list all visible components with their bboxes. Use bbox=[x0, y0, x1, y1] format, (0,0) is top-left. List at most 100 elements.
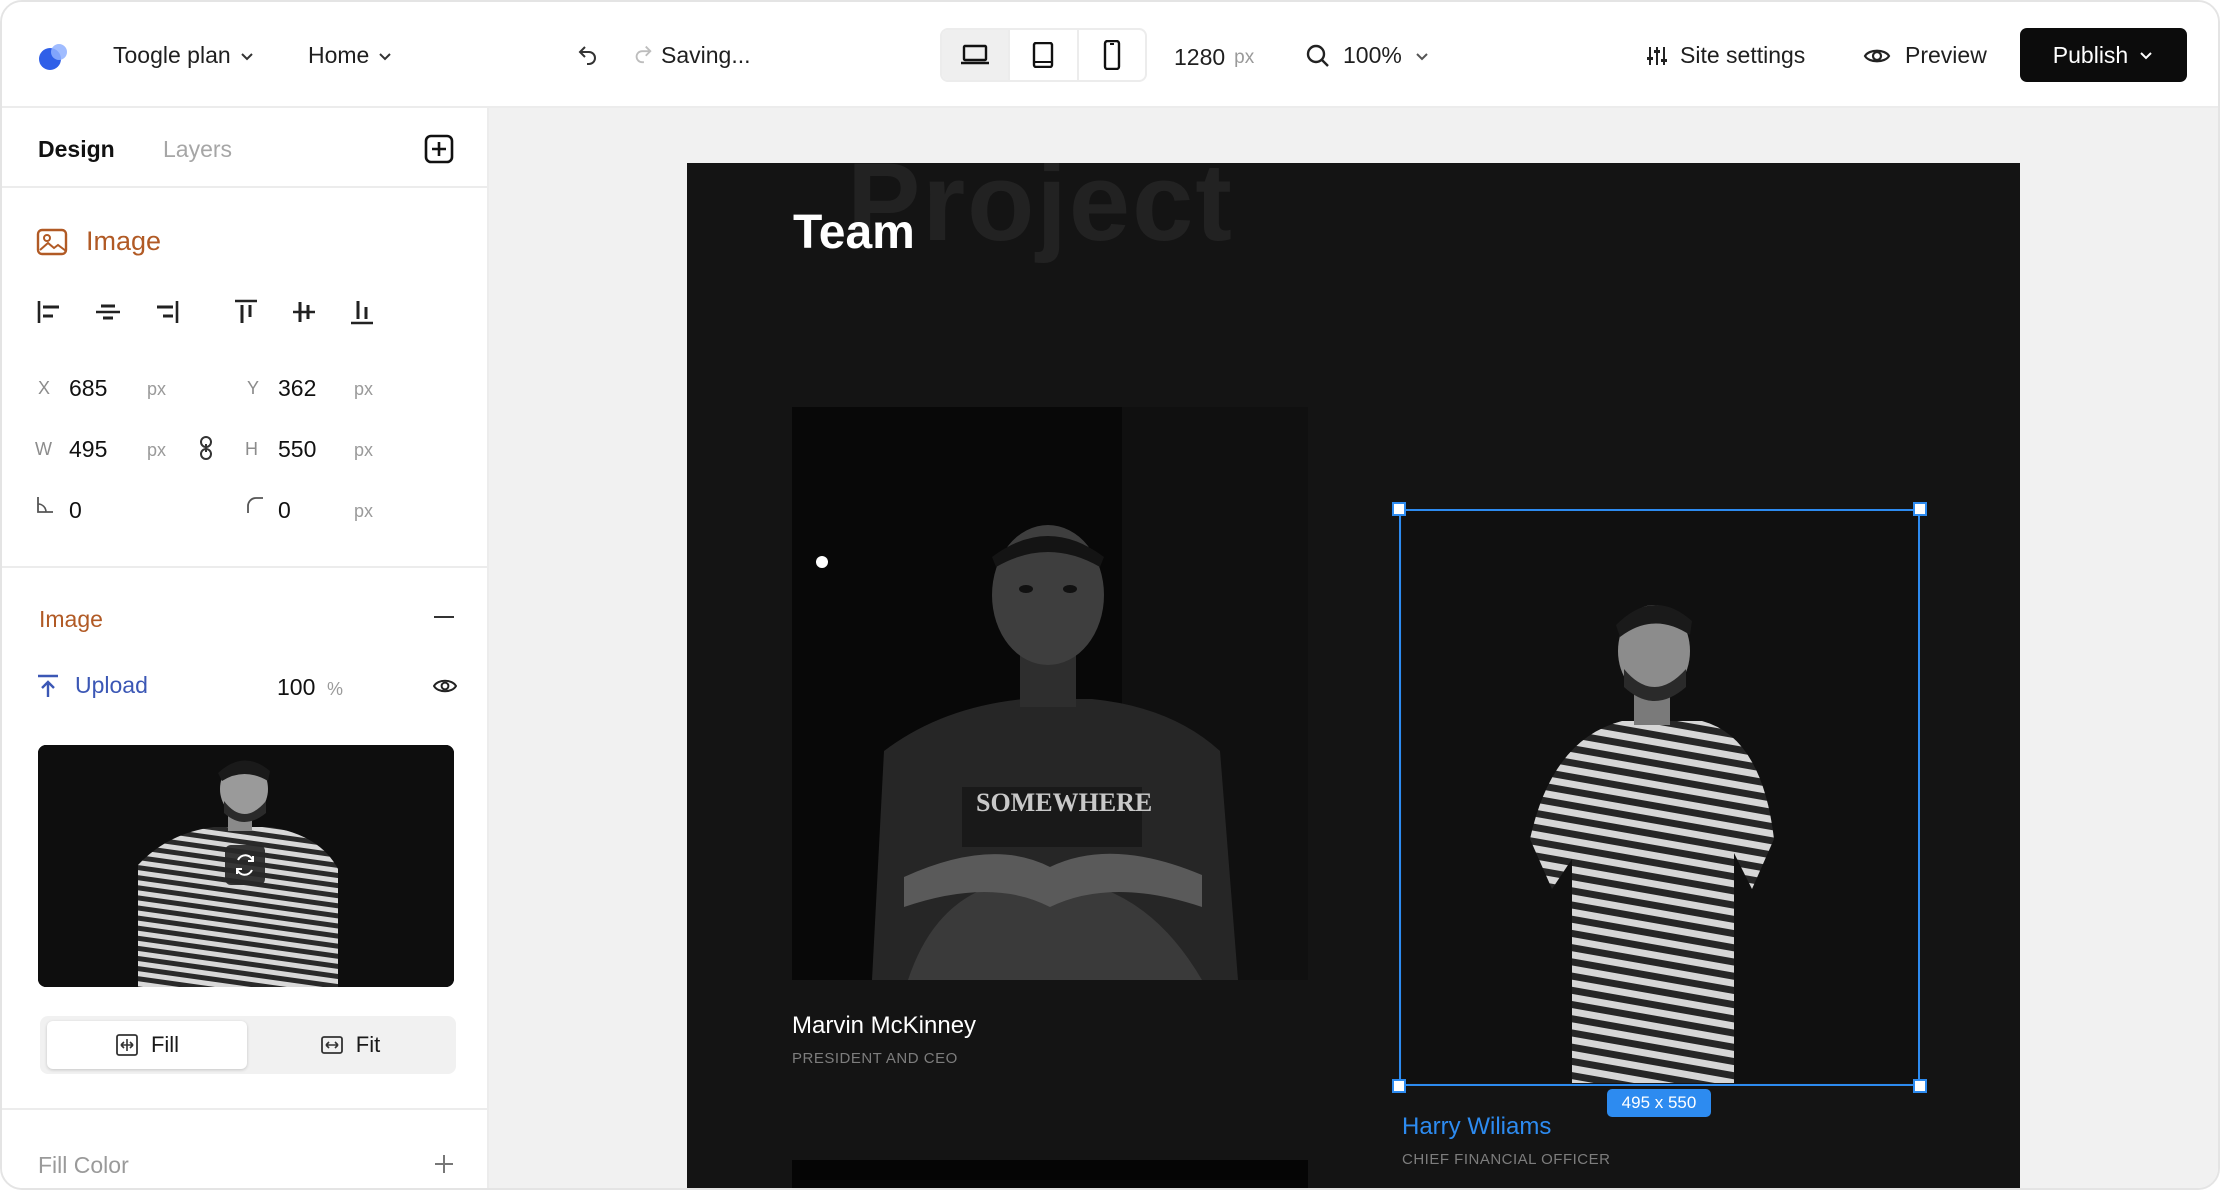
publish-button[interactable]: Publish bbox=[2020, 28, 2187, 82]
align-bottom-icon bbox=[351, 301, 373, 325]
page-dropdown[interactable]: Home bbox=[308, 42, 393, 69]
add-fill-color-icon[interactable] bbox=[434, 1154, 454, 1174]
y-input[interactable]: 362 bbox=[278, 375, 316, 402]
align-top-icon bbox=[235, 299, 257, 323]
fit-label: Fit bbox=[355, 1032, 381, 1057]
preview-button[interactable]: Preview bbox=[1863, 42, 1987, 69]
search-icon bbox=[1306, 44, 1329, 67]
collapse-section-button[interactable] bbox=[434, 616, 454, 618]
align-left-button[interactable] bbox=[32, 294, 68, 330]
resize-handle-top-right[interactable] bbox=[1913, 502, 1927, 516]
replace-image-button[interactable] bbox=[225, 845, 265, 885]
save-status-text: Saving... bbox=[661, 42, 751, 68]
w-label: W bbox=[35, 439, 52, 459]
site-settings-label: Site settings bbox=[1680, 42, 1806, 68]
h-label: H bbox=[245, 439, 258, 459]
rotation-input[interactable]: 0 bbox=[69, 497, 82, 524]
align-top-button[interactable] bbox=[228, 294, 264, 330]
upload-button[interactable]: Upload bbox=[35, 672, 148, 699]
eye-icon[interactable] bbox=[433, 678, 457, 694]
redo-icon[interactable] bbox=[632, 42, 654, 64]
shirt-print: SOMEWHERE bbox=[976, 788, 1152, 817]
zoom-dropdown[interactable]: 100% bbox=[1305, 42, 1430, 69]
team-member-photo[interactable]: SOMEWHERE bbox=[792, 407, 1308, 980]
fill-label: Fill bbox=[150, 1032, 180, 1057]
member-role[interactable]: PRESIDENT AND CEO bbox=[792, 1050, 958, 1067]
project-name: Toogle plan bbox=[113, 42, 231, 68]
canvas-width-unit: px bbox=[1234, 46, 1255, 68]
w-input[interactable]: 495 bbox=[69, 436, 107, 463]
image-section-title: Image bbox=[39, 606, 103, 632]
member-role[interactable]: CHIEF FINANCIAL OFFICER bbox=[1402, 1151, 1610, 1168]
team-member-photo[interactable] bbox=[792, 1160, 1308, 1188]
section-divider bbox=[2, 1108, 487, 1110]
add-element-icon[interactable] bbox=[424, 134, 454, 164]
chevron-down-icon bbox=[240, 52, 253, 60]
fill-button[interactable]: Fill bbox=[47, 1021, 247, 1069]
w-unit: px bbox=[147, 440, 167, 460]
site-settings-button[interactable]: Site settings bbox=[1646, 42, 1805, 69]
sliders-icon bbox=[1647, 46, 1667, 65]
app-logo-icon[interactable] bbox=[35, 40, 71, 72]
rotation-angle-icon bbox=[37, 497, 53, 513]
fill-icon bbox=[116, 1034, 138, 1056]
tab-design[interactable]: Design bbox=[38, 136, 115, 163]
image-fit-toggle: Fill Fit bbox=[40, 1016, 456, 1074]
h-input[interactable]: 550 bbox=[278, 436, 316, 463]
x-unit: px bbox=[147, 379, 167, 399]
radius-input[interactable]: 0 bbox=[278, 497, 291, 524]
member-name-selected[interactable]: Harry Wiliams bbox=[1402, 1113, 1551, 1141]
design-panel: Design Layers Image X 685 px Y 362 px W … bbox=[2, 108, 489, 1188]
fill-color-label: Fill Color bbox=[38, 1152, 129, 1178]
canvas-width-value: 1280 bbox=[1174, 44, 1226, 70]
link-dimensions-icon[interactable] bbox=[198, 435, 214, 461]
upload-icon bbox=[38, 674, 58, 697]
chevron-down-icon bbox=[379, 52, 392, 60]
align-bottom-button[interactable] bbox=[344, 294, 380, 330]
panel-tabs: Design Layers bbox=[2, 108, 487, 188]
section-title[interactable]: Team bbox=[793, 205, 915, 260]
fit-button[interactable]: Fit bbox=[250, 1021, 450, 1069]
publish-label: Publish bbox=[2052, 41, 2129, 68]
resize-handle-bottom-left[interactable] bbox=[1392, 1079, 1406, 1093]
portrait-image: SOMEWHERE bbox=[792, 407, 1308, 980]
x-input[interactable]: 685 bbox=[69, 375, 107, 402]
align-right-icon bbox=[157, 301, 179, 323]
tab-layers[interactable]: Layers bbox=[163, 136, 232, 163]
align-right-button[interactable] bbox=[148, 294, 184, 330]
resize-handle-top-left[interactable] bbox=[1392, 502, 1406, 516]
image-thumbnail[interactable] bbox=[38, 745, 454, 987]
member-name[interactable]: Marvin McKinney bbox=[792, 1012, 976, 1040]
device-tablet-button[interactable] bbox=[1010, 30, 1079, 80]
canvas-area[interactable]: Project Team SOMEWHERE Marvin McKinney P… bbox=[489, 108, 2218, 1188]
align-center-vertical-icon bbox=[293, 302, 315, 322]
upload-label: Upload bbox=[75, 672, 148, 698]
align-left-icon bbox=[37, 301, 59, 323]
undo-icon[interactable] bbox=[576, 42, 600, 66]
chevron-down-icon bbox=[2140, 52, 2152, 60]
y-unit: px bbox=[354, 379, 374, 399]
canvas-width-field[interactable]: 1280 px bbox=[1174, 44, 1254, 71]
carousel-dot[interactable] bbox=[816, 556, 828, 568]
y-label: Y bbox=[247, 378, 260, 398]
device-mobile-button[interactable] bbox=[1079, 30, 1145, 80]
selection-outline bbox=[1399, 509, 1920, 1086]
project-dropdown[interactable]: Toogle plan bbox=[113, 42, 255, 69]
alignment-toolbar bbox=[32, 294, 452, 330]
opacity-input[interactable]: 100 bbox=[277, 674, 315, 701]
align-center-v-button[interactable] bbox=[286, 294, 322, 330]
page-preview[interactable]: Project Team SOMEWHERE Marvin McKinney P… bbox=[687, 163, 2020, 1188]
align-center-horizontal-icon bbox=[96, 304, 120, 320]
preview-label: Preview bbox=[1905, 42, 1987, 68]
align-center-h-button[interactable] bbox=[90, 294, 126, 330]
device-switcher bbox=[940, 28, 1147, 82]
eye-icon bbox=[1863, 49, 1891, 62]
section-divider bbox=[2, 566, 487, 568]
tablet-icon bbox=[1033, 42, 1054, 68]
zoom-value: 100% bbox=[1343, 42, 1402, 68]
device-desktop-button[interactable] bbox=[942, 30, 1011, 80]
resize-handle-bottom-right[interactable] bbox=[1913, 1079, 1927, 1093]
opacity-unit: % bbox=[327, 679, 344, 699]
image-icon bbox=[36, 228, 68, 255]
element-type-label: Image bbox=[86, 226, 162, 256]
